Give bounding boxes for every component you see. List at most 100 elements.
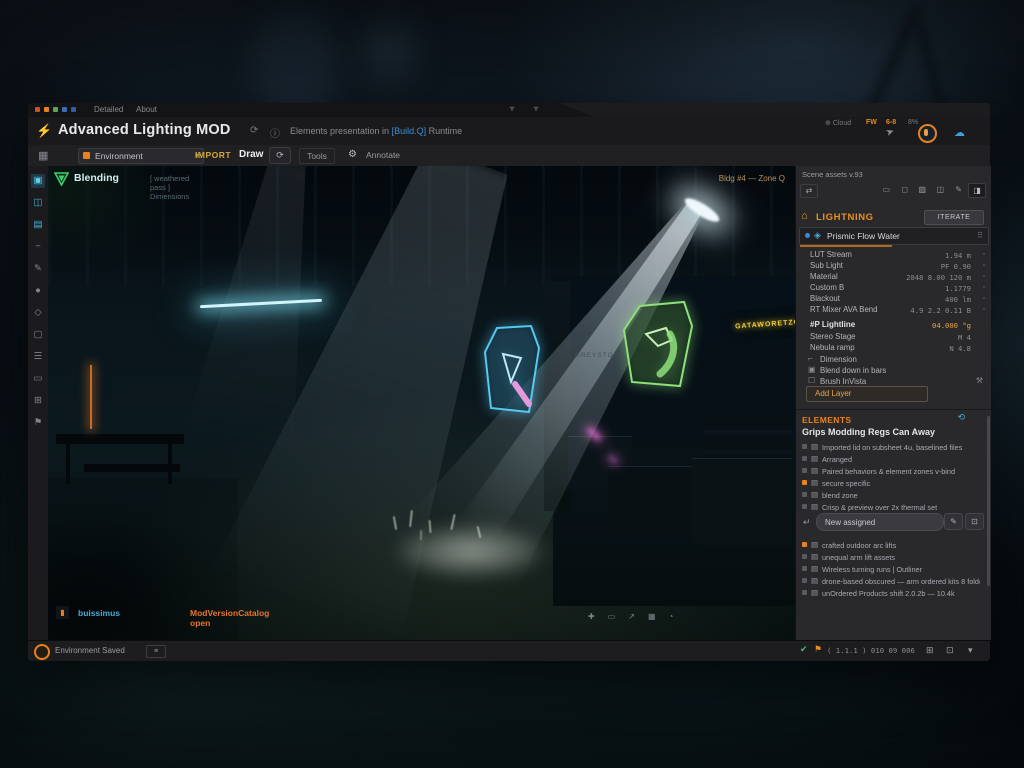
property-row[interactable]: Sub LightPF 0.90▫ <box>800 261 987 271</box>
element-list-item[interactable]: ▤unOrdered Products shift 2.0.2b — 10.4k <box>802 588 980 598</box>
sphere-tool-icon[interactable]: ● <box>31 284 45 298</box>
tools-dropdown[interactable]: Tools <box>299 148 335 164</box>
frames-tool-icon[interactable]: ◫ <box>31 196 45 210</box>
toggle-icon[interactable]: ▫ <box>983 284 985 291</box>
status-menu-button[interactable]: ≡ <box>146 645 166 658</box>
divider-tool-icon[interactable]: − <box>31 240 45 254</box>
element-assign-input[interactable] <box>816 513 944 531</box>
split-tool-icon[interactable]: ◫ <box>936 185 944 194</box>
property-row[interactable]: LUT Stream1.94 m▫ <box>800 250 987 260</box>
property-row[interactable]: Blackout400 lm▫ <box>800 294 987 304</box>
chevron-down-icon[interactable]: ▿ <box>534 104 538 113</box>
toggle-icon[interactable]: ▫ <box>983 251 985 258</box>
flag-tool-icon[interactable]: ⚑ <box>31 416 45 430</box>
rotate-button[interactable]: ⟳ <box>269 147 291 164</box>
user-avatar[interactable] <box>34 644 50 660</box>
viewport-catalog-label[interactable]: ModVersionCatalog open <box>190 608 269 628</box>
checkbox-checked-icon[interactable]: ▣ <box>808 365 816 374</box>
window-control-extra[interactable] <box>71 107 76 112</box>
timer-icon[interactable]: ◔ <box>669 612 674 621</box>
environment-dropdown[interactable]: Environment ▾ <box>78 148 204 164</box>
send-icon[interactable]: ➤ <box>884 126 896 139</box>
wrench-icon[interactable]: ⚒ <box>976 376 983 385</box>
duplicate-button[interactable]: ⊡ <box>965 513 984 530</box>
element-list-item[interactable]: ▤drone-based obscured — arm ordered kits… <box>802 576 980 586</box>
chevron-down-icon[interactable]: ▿ <box>510 104 514 113</box>
grid-icon[interactable]: ▦ <box>648 612 656 621</box>
add-icon[interactable]: ✚ <box>588 612 595 621</box>
collapse-icon[interactable]: ▾ <box>968 645 973 656</box>
menu-detailed[interactable]: Detailed <box>94 105 123 114</box>
cloud-sync-icon[interactable]: ☁ <box>954 126 965 139</box>
toggle-icon[interactable]: ▫ <box>983 262 985 269</box>
build-link[interactable]: [Build.Q] <box>392 126 427 136</box>
edit-button[interactable]: ✎ <box>944 513 963 530</box>
crate <box>692 458 792 543</box>
filter-settings-icon[interactable]: ⚙ <box>348 149 357 160</box>
element-list-item[interactable]: ▤crafted outdoor arc lifts <box>802 540 980 550</box>
checkbox-row[interactable]: ▣Blend down in bars <box>800 365 987 375</box>
history-icon[interactable]: ⟳ <box>250 125 258 136</box>
import-button[interactable]: IMPORT <box>195 150 231 160</box>
element-list-item[interactable]: ▤Arranged <box>802 454 980 464</box>
panel-toggle-icon[interactable]: ⊡ <box>946 645 954 656</box>
info-icon[interactable]: ⓘ <box>270 125 280 140</box>
expand-icon[interactable]: ↗ <box>628 612 635 621</box>
dimension-row[interactable]: ⌐Dimension <box>800 354 987 364</box>
toggle-icon[interactable]: ▫ <box>983 295 985 302</box>
element-list-item[interactable]: ▤secure specific <box>802 478 980 488</box>
hatch-tool-icon[interactable]: ▨ <box>918 185 926 194</box>
element-list-item[interactable]: ▤Wireless turning runs | Outliner <box>802 564 980 574</box>
plane-tool-icon[interactable]: ▭ <box>31 372 45 386</box>
property-row[interactable]: Material2048 8.00 120 m▫ <box>800 272 987 282</box>
property-row[interactable]: RT Mixer AVA Bend4.9 2.2 0.11 B▫ <box>800 305 987 315</box>
avatar[interactable] <box>918 124 937 143</box>
lasso-tool-icon[interactable]: ◇ <box>31 306 45 320</box>
element-list-item[interactable]: ▤Paired behaviors & element zones v-bind <box>802 466 980 476</box>
rect-tool-icon[interactable]: ▢ <box>31 328 45 342</box>
monitor-tool-icon[interactable]: ▤ <box>31 218 45 232</box>
scrollbar-thumb[interactable] <box>987 416 990 586</box>
panel-toggle-icon[interactable]: ◨ <box>968 183 986 198</box>
toggle-icon[interactable]: ▫ <box>983 273 985 280</box>
window-tab-strip[interactable]: Detailed About ▿ ▿ <box>28 103 594 117</box>
menu-about[interactable]: About <box>136 105 157 114</box>
frame-tool-icon[interactable]: ▭ <box>882 185 890 194</box>
pencil-tool-icon[interactable]: ✎ <box>955 185 962 194</box>
brush-tool-icon[interactable]: ✎ <box>31 262 45 276</box>
3d-viewport[interactable]: GATAWORETZCA GREYSTONE Blending [ weathe… <box>48 166 795 640</box>
sync-icon[interactable]: ⟲ <box>957 412 965 423</box>
grid-toggle-icon[interactable]: ⊞ <box>926 645 934 656</box>
layers-tool-icon[interactable]: ▣ <box>31 174 45 188</box>
swap-icon[interactable]: ⇄ <box>800 184 818 198</box>
selected-asset-label: Prismic Flow Water <box>827 231 900 241</box>
add-layer-button[interactable]: Add Layer <box>806 386 928 402</box>
checkbox-icon[interactable]: ☐ <box>808 376 815 385</box>
list-tool-icon[interactable]: ☰ <box>31 350 45 364</box>
window-control-minimize[interactable] <box>44 107 49 112</box>
element-list-item[interactable]: ▤blend zone <box>802 490 980 500</box>
element-list-item[interactable]: ▤Imported lid on subsheet 4u, baselined … <box>802 442 980 452</box>
frame-icon[interactable]: ▭ <box>608 612 616 621</box>
element-list-item[interactable]: ▤unequal arm lift assets <box>802 552 980 562</box>
property-row[interactable]: Custom B1.1779▫ <box>800 283 987 293</box>
property-subheader-row[interactable]: #P Lightline04.000 °g <box>800 320 987 330</box>
property-row[interactable]: Stereo StageM 4 <box>800 332 987 342</box>
window-control-pin[interactable] <box>62 107 67 112</box>
drag-handle-icon[interactable]: ⠿ <box>977 231 983 240</box>
selected-asset-row[interactable]: ◈ Prismic Flow Water ⠿ <box>799 227 989 245</box>
window-control-maximize[interactable] <box>53 107 58 112</box>
mod-thumbnail-icon[interactable]: ▮ <box>56 606 69 619</box>
window-control-close[interactable] <box>35 107 40 112</box>
annotate-button[interactable]: Annotate <box>366 150 400 160</box>
property-row[interactable]: Nebula rampN 4.8 <box>800 343 987 353</box>
iterate-button[interactable]: ITERATE <box>924 210 984 225</box>
grid-tool-icon[interactable]: ⊞ <box>31 394 45 408</box>
square-tool-icon[interactable]: ◻ <box>901 185 908 194</box>
element-list-item[interactable]: ▤Crisp & preview over 2x thermal set <box>802 502 980 512</box>
toggle-icon[interactable]: ▫ <box>983 306 985 313</box>
checkbox-row[interactable]: ☐Brush InVista⚒ <box>800 376 987 386</box>
tab-draw[interactable]: Draw <box>239 149 263 160</box>
viewport-user-label[interactable]: buissimus <box>78 608 120 618</box>
grid-view-icon[interactable]: ▦ <box>38 149 48 162</box>
